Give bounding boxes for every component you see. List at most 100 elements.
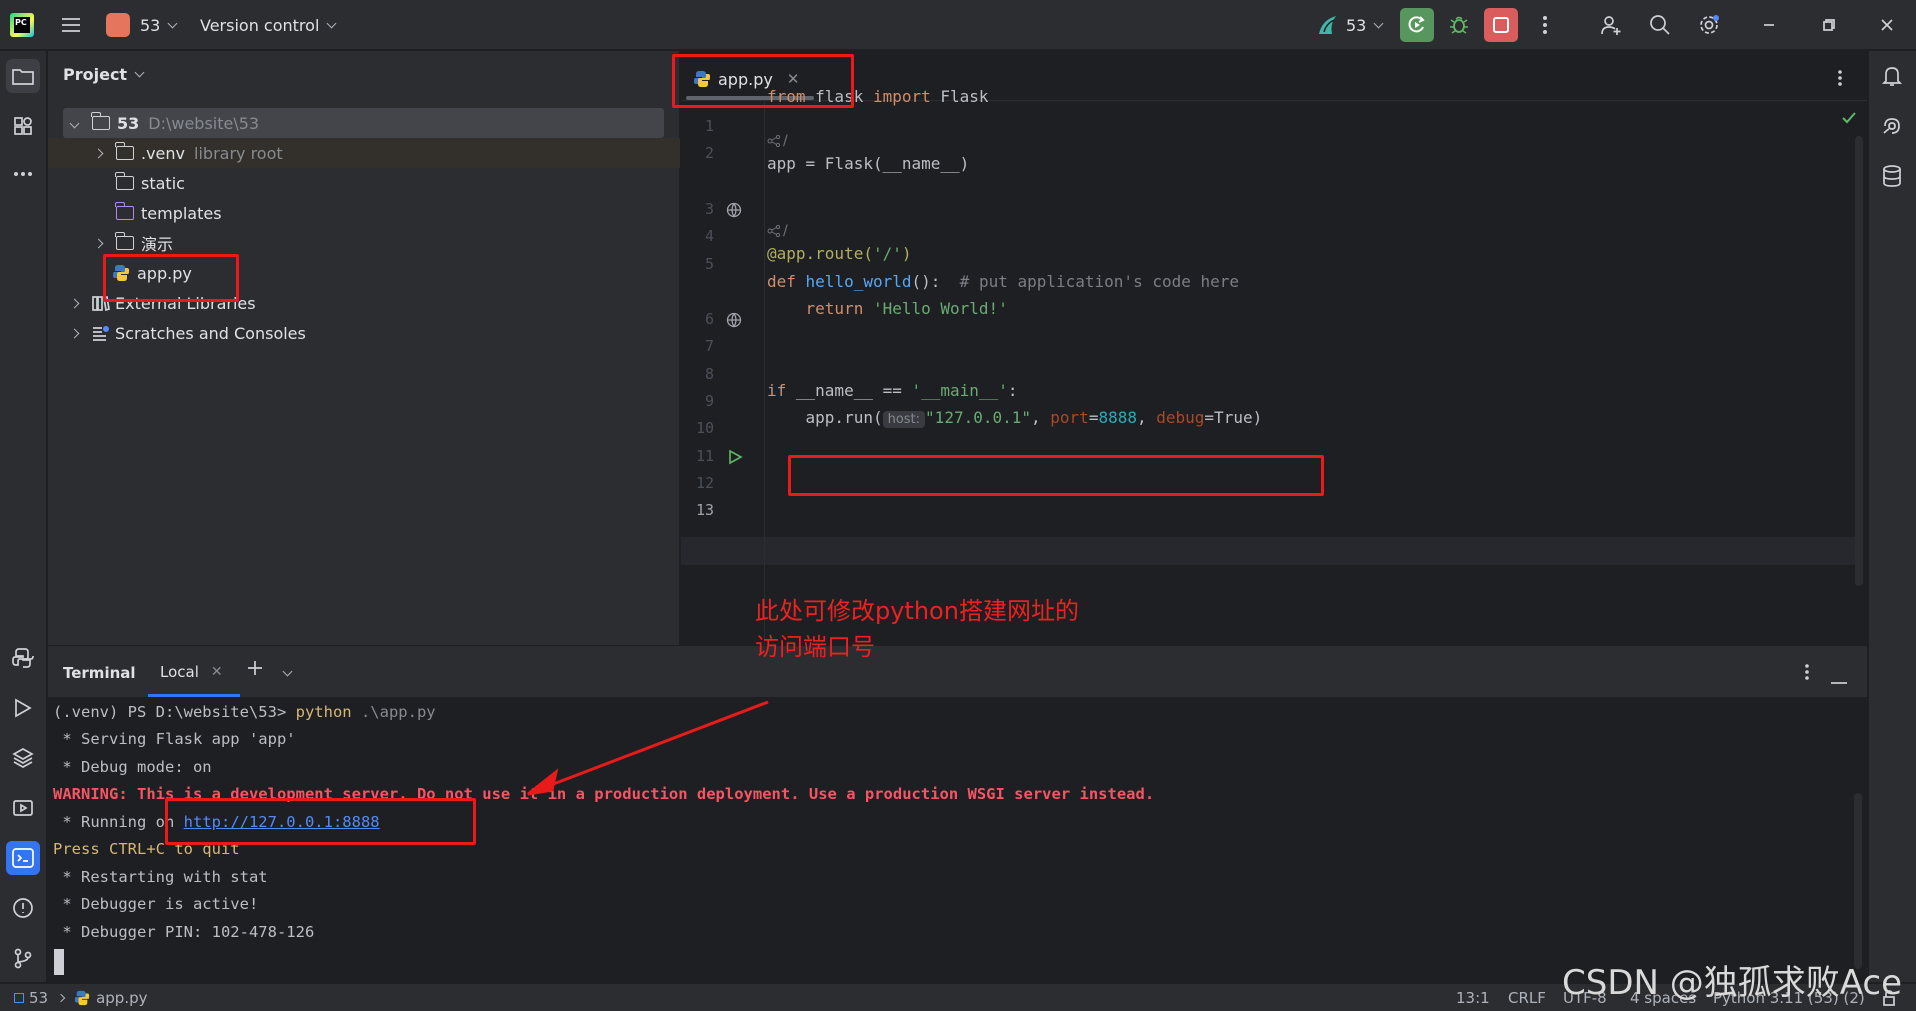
code-line-6[interactable]: @app.route('/')	[767, 244, 912, 263]
rerun-button[interactable]	[1400, 8, 1434, 42]
left-tool-strip	[0, 51, 47, 982]
new-terminal-plus-icon[interactable]	[246, 659, 264, 681]
project-panel: Project 53 D:\website\53 .venv library r…	[48, 51, 680, 645]
problems-icon[interactable]	[6, 891, 40, 925]
terminal-command-line[interactable]: (.venv) PS D:\website\53> python .\app.p…	[53, 703, 436, 721]
run-config-selector[interactable]: 53	[1316, 8, 1384, 42]
terminal-output-line: * Debugger is active!	[53, 895, 259, 913]
minimize-window-icon[interactable]	[1752, 8, 1786, 42]
chevron-right-icon	[93, 238, 103, 248]
run-gutter-icon[interactable]	[727, 449, 743, 465]
folder-icon	[115, 142, 134, 160]
folder-icon	[91, 112, 110, 130]
editor-tab-options-icon[interactable]	[1837, 69, 1843, 91]
line-separator[interactable]: CRLF	[1508, 989, 1546, 1007]
python-packages-icon[interactable]	[6, 741, 40, 775]
right-tool-strip	[1868, 51, 1916, 982]
restore-window-icon[interactable]	[1812, 8, 1846, 42]
editor-scrollbar[interactable]	[1855, 136, 1863, 586]
tree-item-root[interactable]: 53 D:\website\53	[62, 108, 259, 138]
share-usages-icon	[767, 135, 781, 147]
annotation-text: 此处可修改python搭建网址的 访问端口号	[755, 597, 1079, 661]
ai-assistant-icon[interactable]	[1875, 109, 1909, 143]
annotation-box-url	[165, 798, 476, 845]
chevron-down-icon	[326, 18, 337, 28]
services-icon[interactable]	[6, 791, 40, 825]
terminal-tab-local[interactable]: Local ✕	[148, 647, 240, 697]
vcs-widget[interactable]: Version control	[200, 8, 337, 42]
tree-item-scratches[interactable]: Scratches and Consoles	[62, 318, 306, 348]
endpoint-globe-icon[interactable]	[726, 312, 742, 328]
terminal-cursor	[54, 949, 64, 975]
hide-panel-icon[interactable]	[1830, 671, 1848, 689]
python-console-icon[interactable]	[6, 641, 40, 675]
code-line-8[interactable]: return 'Hello World!'	[767, 299, 1008, 318]
terminal-options-icon[interactable]	[1804, 663, 1810, 685]
templates-folder-icon	[115, 202, 134, 220]
share-usages-icon	[767, 225, 781, 237]
usages-marker[interactable]: /	[767, 133, 788, 149]
stop-button[interactable]	[1484, 8, 1518, 42]
module-icon	[14, 993, 24, 1003]
chevron-down-icon	[1373, 18, 1384, 28]
code-line-11[interactable]: if __name__ == '__main__':	[767, 381, 1017, 400]
project-name: 53	[140, 15, 161, 35]
debug-icon[interactable]	[1442, 8, 1476, 42]
terminal-output-line: * Debugger PIN: 102-478-126	[53, 923, 315, 941]
line-number-gutter: 1 2 3 4 5 6 7 8 9 10 11 12 13	[681, 101, 765, 645]
project-tool-icon[interactable]	[6, 59, 40, 93]
terminal-scrollbar[interactable]	[1854, 793, 1862, 969]
parameter-hint: host:	[882, 411, 926, 428]
terminal-output-line: * Debug mode: on	[53, 758, 212, 776]
close-window-icon[interactable]	[1870, 8, 1904, 42]
notifications-bell-icon[interactable]	[1875, 59, 1909, 93]
terminal-output-line: * Restarting with stat	[53, 868, 268, 886]
code-line-3[interactable]: app = Flask(__name__)	[767, 154, 969, 173]
chevron-right-icon	[69, 298, 79, 308]
tree-item-venv[interactable]: .venv library root	[86, 138, 283, 168]
chevron-right-icon	[69, 328, 79, 338]
pycharm-logo-icon[interactable]: PC	[10, 13, 34, 37]
settings-gear-icon[interactable]	[1692, 8, 1726, 42]
search-icon[interactable]	[1643, 8, 1677, 42]
tree-item-templates[interactable]: templates	[110, 198, 222, 228]
chevron-down-icon	[167, 18, 178, 28]
scratches-icon	[93, 326, 109, 341]
project-badge	[106, 13, 130, 37]
chevron-right-icon	[56, 993, 66, 1003]
chevron-down-icon	[69, 118, 79, 128]
terminal-tool-icon[interactable]	[6, 841, 40, 875]
title-bar: PC 53 Version control 53	[0, 0, 1916, 50]
annotation-box-app-py	[103, 254, 239, 302]
code-line-7[interactable]: def hello_world(): # put application's c…	[767, 272, 1239, 291]
terminal-dropdown-icon[interactable]	[282, 661, 293, 679]
git-icon[interactable]	[6, 941, 40, 975]
flask-config-icon	[1319, 16, 1336, 34]
project-panel-header[interactable]: Project	[63, 65, 145, 84]
more-tools-icon[interactable]	[6, 157, 40, 191]
add-user-icon[interactable]	[1594, 8, 1628, 42]
terminal-output-line: * Serving Flask app 'app'	[53, 730, 296, 748]
no-problems-check-icon[interactable]	[1841, 111, 1857, 125]
python-file-icon	[74, 990, 90, 1006]
folder-icon	[115, 232, 134, 250]
tree-item-static[interactable]: static	[110, 168, 185, 198]
main-menu-icon[interactable]	[54, 8, 88, 42]
current-line-highlight	[681, 537, 1855, 565]
run-tool-icon[interactable]	[6, 691, 40, 725]
watermark: CSDN @独孤求败Ace	[1562, 963, 1903, 1003]
editor-area: app.py ✕ 1 2 3 4 5 6 7 8 9 10 11 12 13 f…	[681, 51, 1867, 645]
code-line-12[interactable]: app.run(host: "127.0.0.1", port=8888, deb…	[767, 408, 1262, 428]
database-icon[interactable]	[1875, 159, 1909, 193]
endpoint-globe-icon[interactable]	[726, 202, 742, 218]
project-switcher[interactable]: 53	[106, 8, 178, 42]
terminal-title: Terminal	[63, 664, 136, 682]
breadcrumb[interactable]: 53 app.py	[14, 989, 148, 1007]
structure-tool-icon[interactable]	[6, 109, 40, 143]
more-actions-icon[interactable]	[1528, 8, 1562, 42]
annotation-box-app-run	[788, 455, 1324, 496]
usages-marker[interactable]: /	[767, 223, 788, 239]
caret-position[interactable]: 13:1	[1456, 989, 1490, 1007]
chevron-right-icon	[93, 148, 103, 158]
close-tab-icon[interactable]: ✕	[211, 664, 223, 680]
